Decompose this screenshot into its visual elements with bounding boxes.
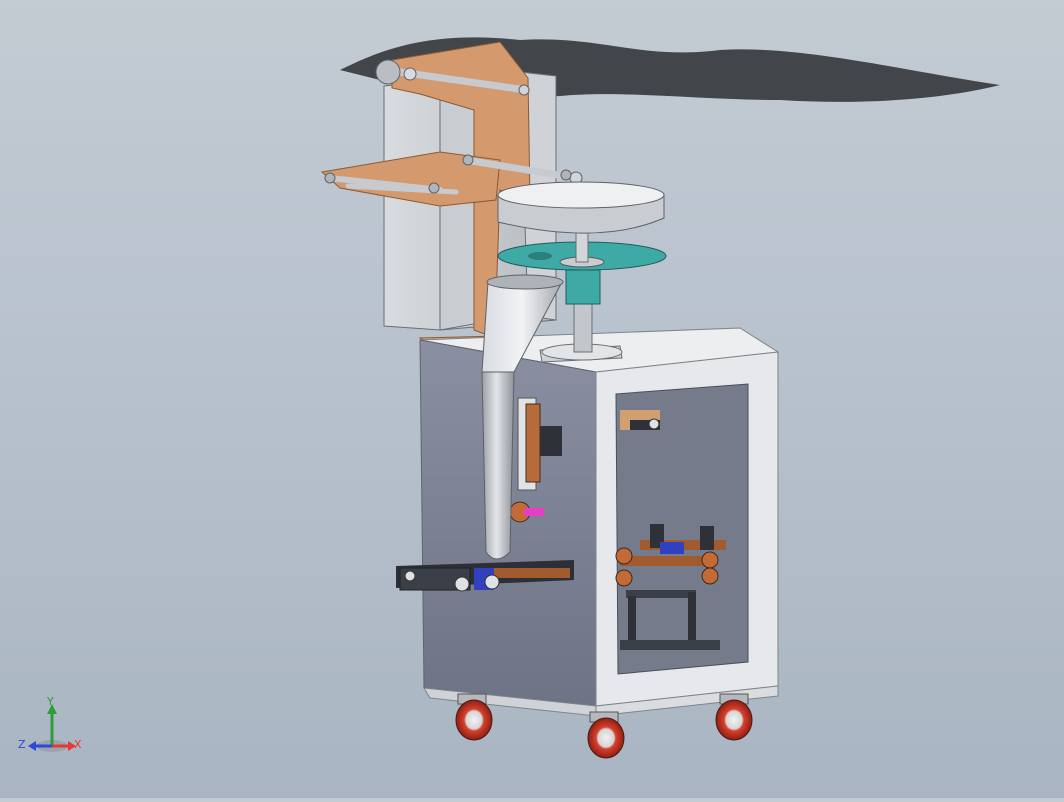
cabinet: [419, 327, 780, 717]
cad-viewport[interactable]: [0, 0, 1064, 798]
x-axis-label: X: [74, 738, 82, 751]
caster-wheel: [587, 711, 625, 759]
z-axis-label: Z: [18, 738, 26, 751]
reference-triad: Y X Z: [14, 695, 84, 758]
packaging-machine-model: [320, 37, 1000, 759]
y-axis-label: Y: [47, 695, 54, 708]
caster-wheel: [715, 693, 753, 741]
